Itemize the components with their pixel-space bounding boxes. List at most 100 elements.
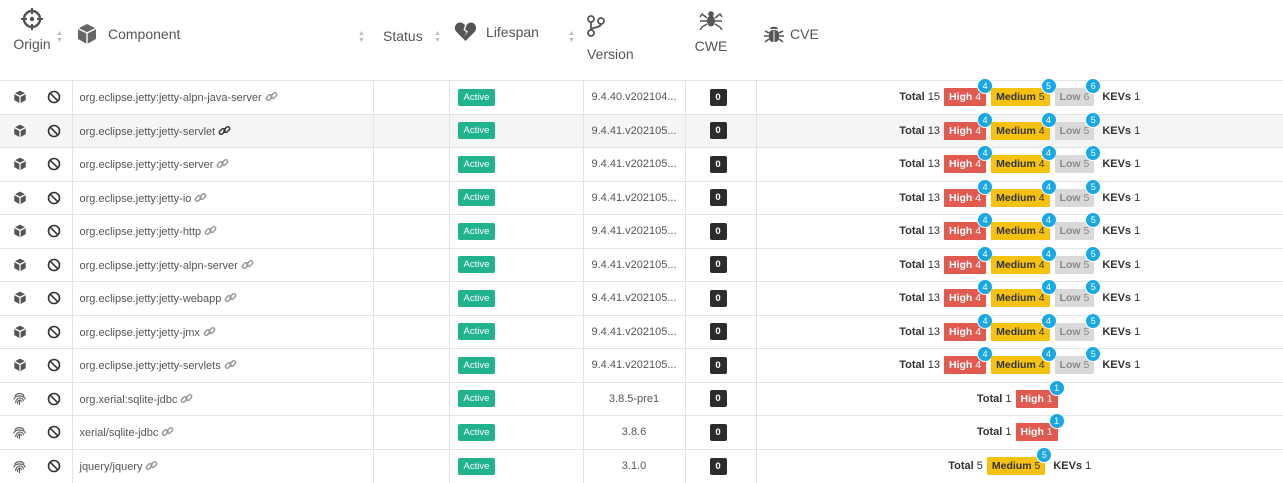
medium-severity-badge[interactable]: Medium 44 xyxy=(991,178,1057,207)
high-severity-badge[interactable]: High 44 xyxy=(944,145,994,174)
medium-severity-badge[interactable]: Medium 44 xyxy=(991,145,1057,174)
col-cve[interactable]: CVE xyxy=(756,0,1283,81)
link-icon[interactable] xyxy=(161,425,174,438)
ban-icon[interactable] xyxy=(47,90,61,104)
component-cell[interactable]: org.eclipse.jetty:jetty-jmx xyxy=(71,315,373,349)
table-row[interactable]: org.eclipse.jetty:jetty-jmx Active 9.4.4… xyxy=(0,312,1283,349)
high-severity-badge[interactable]: High 44 xyxy=(944,312,994,341)
component-cell[interactable]: xerial/sqlite-jdbc xyxy=(71,415,373,449)
suppress-cell[interactable] xyxy=(37,449,72,483)
component-name[interactable]: org.eclipse.jetty:jetty-http xyxy=(73,226,202,238)
link-icon[interactable] xyxy=(218,124,231,137)
component-name[interactable]: org.eclipse.jetty:jetty-webapp xyxy=(73,293,222,305)
component-name[interactable]: org.eclipse.jetty:jetty-alpn-server xyxy=(73,260,238,272)
cve-cell[interactable]: Total 13 High 4 4 Medium 4 4 Low 5 5 KEVs 1 xyxy=(755,245,1283,282)
cve-cell[interactable]: Total 13 High 4 4 Medium 4 4 Low 5 5 KEVs 1 xyxy=(755,312,1283,349)
medium-severity-badge[interactable]: Medium 44 xyxy=(991,212,1057,241)
col-status[interactable]: Status ▲ ▼ xyxy=(373,0,449,81)
ban-icon[interactable] xyxy=(47,325,61,339)
suppress-cell[interactable] xyxy=(37,215,72,249)
suppress-cell[interactable] xyxy=(37,148,72,182)
high-severity-badge[interactable]: High 44 xyxy=(944,346,994,375)
component-cell[interactable]: org.eclipse.jetty:jetty-alpn-java-server xyxy=(71,80,373,114)
medium-severity-badge[interactable]: Medium 44 xyxy=(991,279,1057,308)
cve-cell[interactable]: Total 1 High 11 xyxy=(755,413,1283,449)
table-row[interactable]: org.eclipse.jetty:jetty-server Active 9.… xyxy=(0,145,1283,182)
table-row[interactable]: org.eclipse.jetty:jetty-io Active 9.4.41… xyxy=(0,178,1283,215)
col-origin[interactable]: Origin ▲ ▼ xyxy=(0,0,72,81)
ban-icon[interactable] xyxy=(47,358,61,372)
ban-icon[interactable] xyxy=(47,157,61,171)
table-row[interactable]: org.eclipse.jetty:jetty-servlets Active … xyxy=(0,346,1283,383)
suppress-cell[interactable] xyxy=(37,81,72,115)
sort-icon[interactable]: ▲ ▼ xyxy=(56,30,63,44)
low-severity-badge[interactable]: Low 55 xyxy=(1054,312,1102,341)
ban-icon[interactable] xyxy=(47,124,61,138)
component-name[interactable]: org.eclipse.jetty:jetty-server xyxy=(73,159,214,171)
high-severity-badge[interactable]: High 44 xyxy=(944,212,994,241)
component-name[interactable]: org.eclipse.jetty:jetty-servlet xyxy=(73,126,216,138)
low-severity-badge[interactable]: Low 55 xyxy=(1054,346,1102,375)
component-name[interactable]: jquery/jquery xyxy=(73,461,143,473)
link-icon[interactable] xyxy=(194,191,207,204)
suppress-cell[interactable] xyxy=(37,181,72,215)
component-cell[interactable]: org.eclipse.jetty:jetty-http xyxy=(71,214,373,248)
low-severity-badge[interactable]: Low 55 xyxy=(1054,279,1102,308)
low-severity-badge[interactable]: Low 55 xyxy=(1054,178,1102,207)
cve-cell[interactable]: Total 5 Medium 5 5 KEVs 1 xyxy=(755,447,1283,483)
medium-severity-badge[interactable]: Medium 44 xyxy=(991,312,1057,341)
sort-icon[interactable]: ▲ ▼ xyxy=(568,30,575,44)
ban-icon[interactable] xyxy=(47,459,61,473)
medium-severity-badge[interactable]: Medium 44 xyxy=(991,111,1057,140)
low-severity-badge[interactable]: Low 66 xyxy=(1054,78,1102,107)
medium-severity-badge[interactable]: Medium 55 xyxy=(986,447,1053,475)
component-name[interactable]: org.xerial:sqlite-jdbc xyxy=(73,394,178,406)
cve-cell[interactable]: Total 13 High 4 4 Medium 4 4 Low 5 5 KEVs 1 xyxy=(755,212,1283,248)
suppress-cell[interactable] xyxy=(37,349,72,383)
table-row[interactable]: org.eclipse.jetty:jetty-servlet Active 9… xyxy=(0,111,1283,148)
high-severity-badge[interactable]: High 44 xyxy=(944,279,994,308)
cve-cell[interactable]: Total 13 High 4 4 Medium 4 4 Low 5 5 KEVs 1 xyxy=(755,178,1283,215)
ban-icon[interactable] xyxy=(47,425,61,439)
col-cwe[interactable]: CWE xyxy=(685,0,756,81)
link-icon[interactable] xyxy=(224,358,237,371)
medium-severity-badge[interactable]: Medium 44 xyxy=(991,346,1057,375)
high-severity-badge[interactable]: High 44 xyxy=(944,78,994,107)
suppress-cell[interactable] xyxy=(37,114,72,148)
cve-cell[interactable]: Total 13 High 4 4 Medium 4 4 Low 5 5 KEVs 1 xyxy=(755,145,1283,181)
table-row[interactable]: org.xerial:sqlite-jdbc Active 3.8.5-pre1… xyxy=(0,379,1283,416)
table-row[interactable]: jquery/jquery Active 3.1.0 0 Total 5 Medi… xyxy=(0,447,1283,483)
link-icon[interactable] xyxy=(241,258,254,271)
link-icon[interactable] xyxy=(204,224,217,237)
component-cell[interactable]: org.xerial:sqlite-jdbc xyxy=(71,382,373,416)
suppress-cell[interactable] xyxy=(37,282,72,316)
cve-cell[interactable]: Total 13 High 4 4 Medium 4 4 Low 5 5 KEVs 1 xyxy=(755,111,1283,148)
low-severity-badge[interactable]: Low 55 xyxy=(1054,145,1102,174)
component-cell[interactable]: org.eclipse.jetty:jetty-servlets xyxy=(71,348,373,382)
cve-cell[interactable]: Total 1 High 11 xyxy=(755,379,1283,416)
component-cell[interactable]: org.eclipse.jetty:jetty-servlet xyxy=(71,114,373,148)
high-severity-badge[interactable]: High 44 xyxy=(944,111,994,140)
col-version[interactable]: Version xyxy=(583,0,685,81)
link-icon[interactable] xyxy=(265,90,278,103)
low-severity-badge[interactable]: Low 55 xyxy=(1054,212,1102,241)
cve-cell[interactable]: Total 13 High 4 4 Medium 4 4 Low 5 5 KEVs 1 xyxy=(755,346,1283,382)
sort-icon[interactable]: ▲ ▼ xyxy=(434,30,441,44)
component-cell[interactable]: org.eclipse.jetty:jetty-alpn-server xyxy=(71,248,373,282)
component-name[interactable]: org.eclipse.jetty:jetty-jmx xyxy=(73,327,200,339)
table-row[interactable]: org.eclipse.jetty:jetty-webapp Active 9.… xyxy=(0,279,1283,316)
ban-icon[interactable] xyxy=(47,191,61,205)
col-component[interactable]: Component ▲ ▼ xyxy=(72,0,373,81)
high-severity-badge[interactable]: High 11 xyxy=(1015,379,1065,408)
high-severity-badge[interactable]: High 44 xyxy=(944,245,994,274)
table-row[interactable]: xerial/sqlite-jdbc Active 3.8.6 0 Total … xyxy=(0,413,1283,449)
sort-icon[interactable]: ▲ ▼ xyxy=(358,30,365,44)
table-row[interactable]: org.eclipse.jetty:jetty-alpn-java-server… xyxy=(0,78,1283,115)
medium-severity-badge[interactable]: Medium 44 xyxy=(991,245,1057,274)
table-row[interactable]: org.eclipse.jetty:jetty-http Active 9.4.… xyxy=(0,212,1283,249)
medium-severity-badge[interactable]: Medium 55 xyxy=(991,78,1057,107)
link-icon[interactable] xyxy=(216,157,229,170)
component-name[interactable]: org.eclipse.jetty:jetty-servlets xyxy=(73,360,221,372)
high-severity-badge[interactable]: High 11 xyxy=(1015,413,1065,442)
link-icon[interactable] xyxy=(224,291,237,304)
